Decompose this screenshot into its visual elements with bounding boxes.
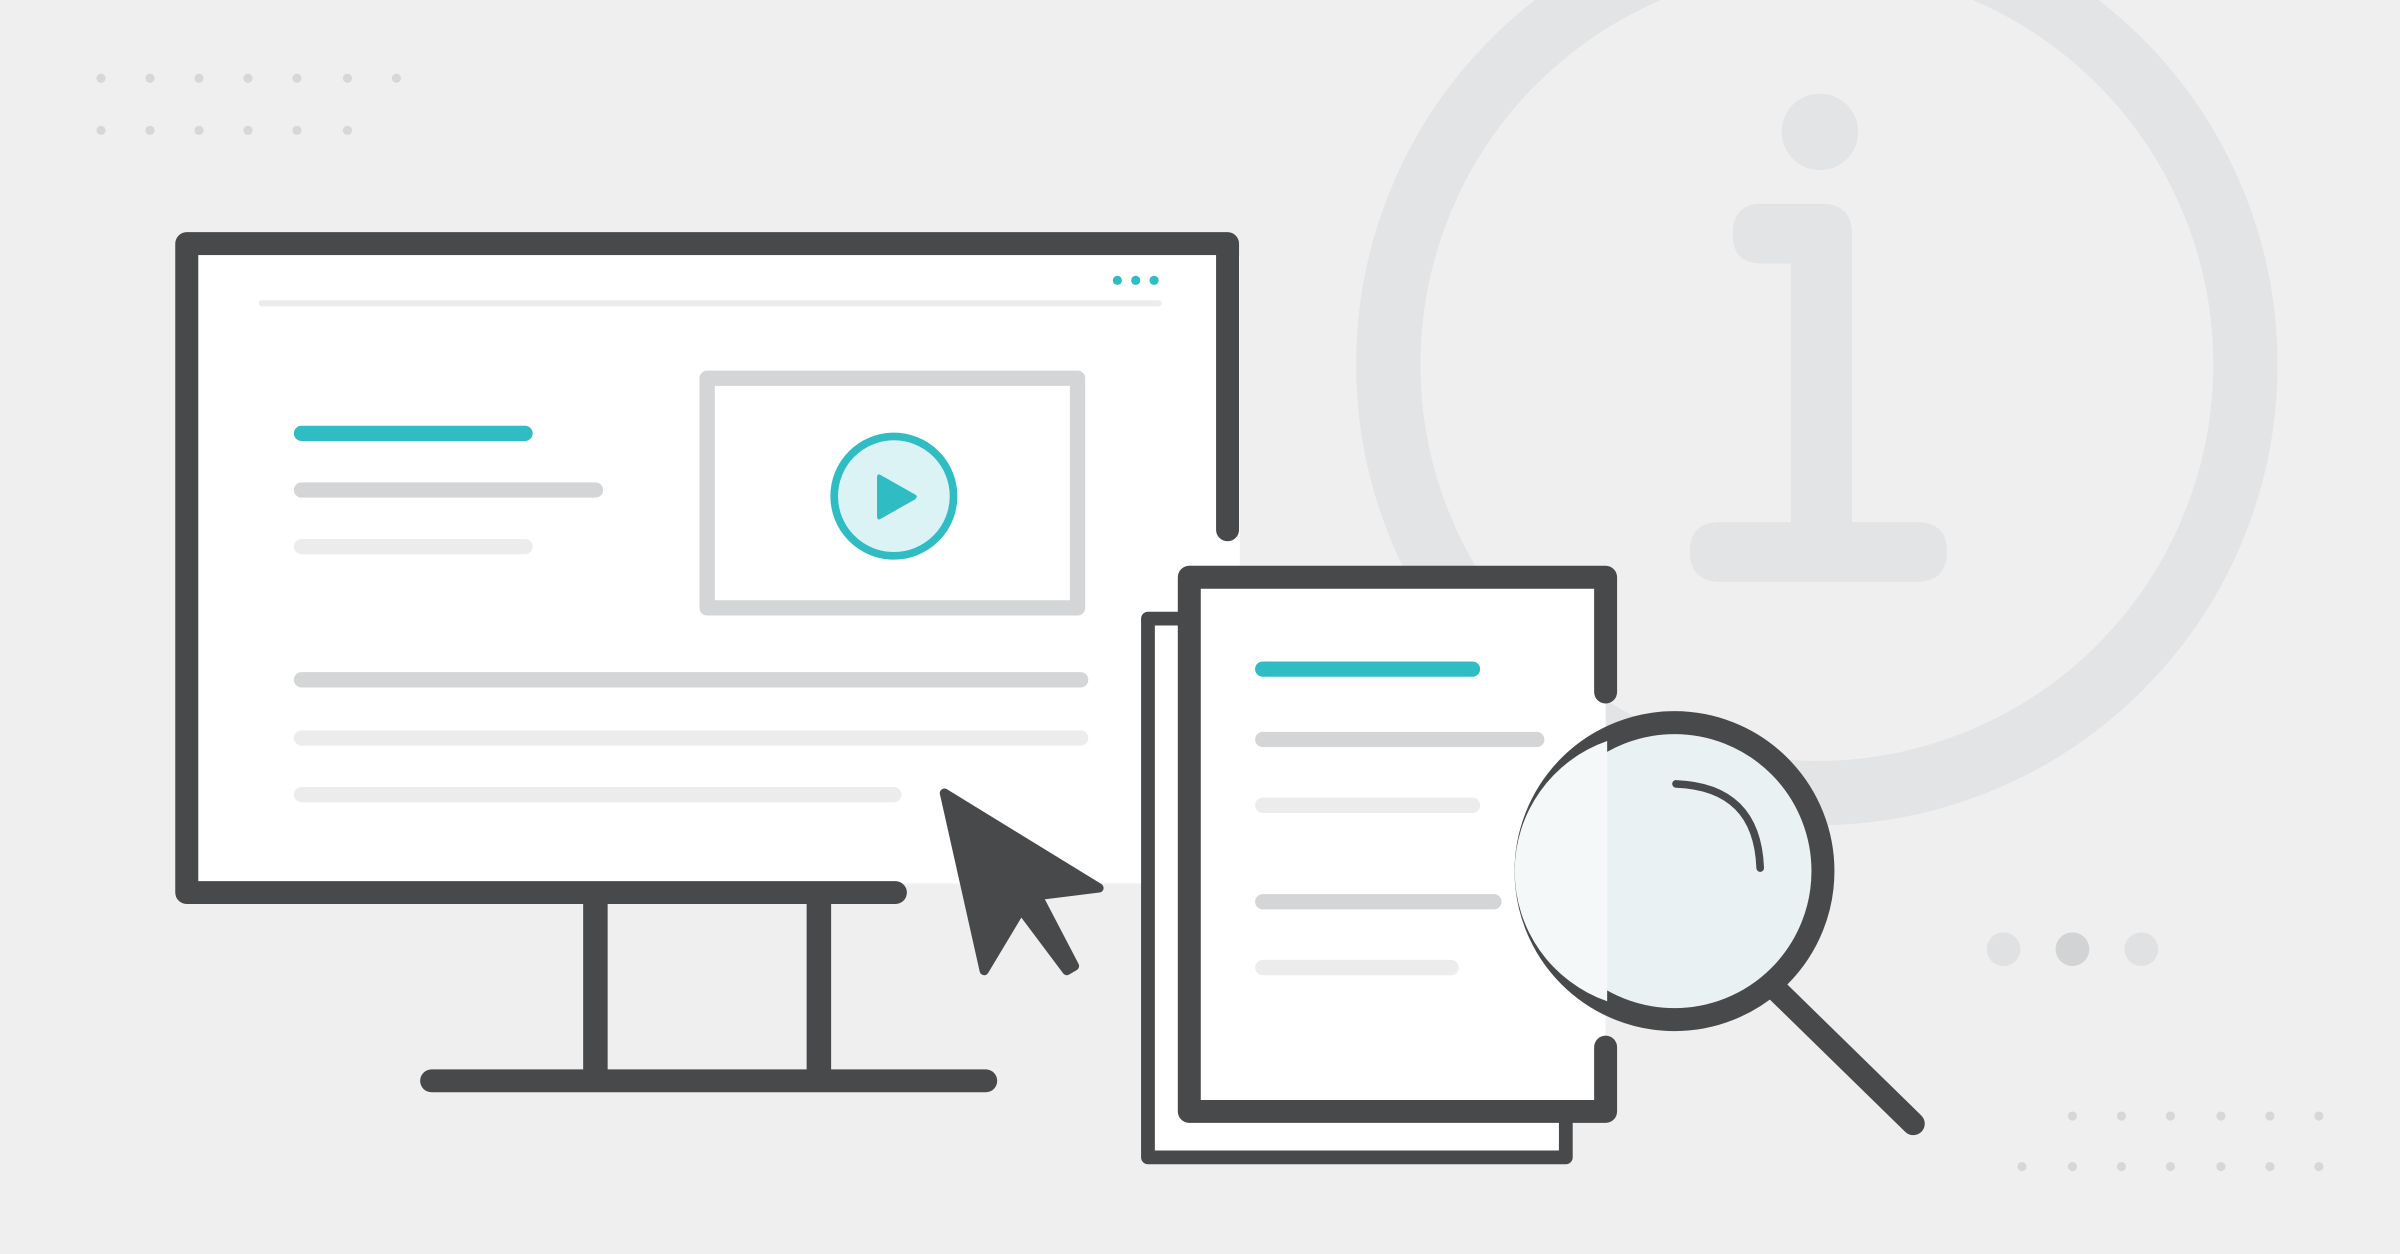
monitor-stand-right: [806, 892, 832, 1081]
more-dots-icon: [1112, 275, 1159, 285]
illustration: [0, 0, 2400, 1254]
ellipsis-dots-decoration: [1986, 932, 2159, 967]
play-icon: [830, 432, 958, 560]
monitor-stand-left: [583, 892, 608, 1081]
